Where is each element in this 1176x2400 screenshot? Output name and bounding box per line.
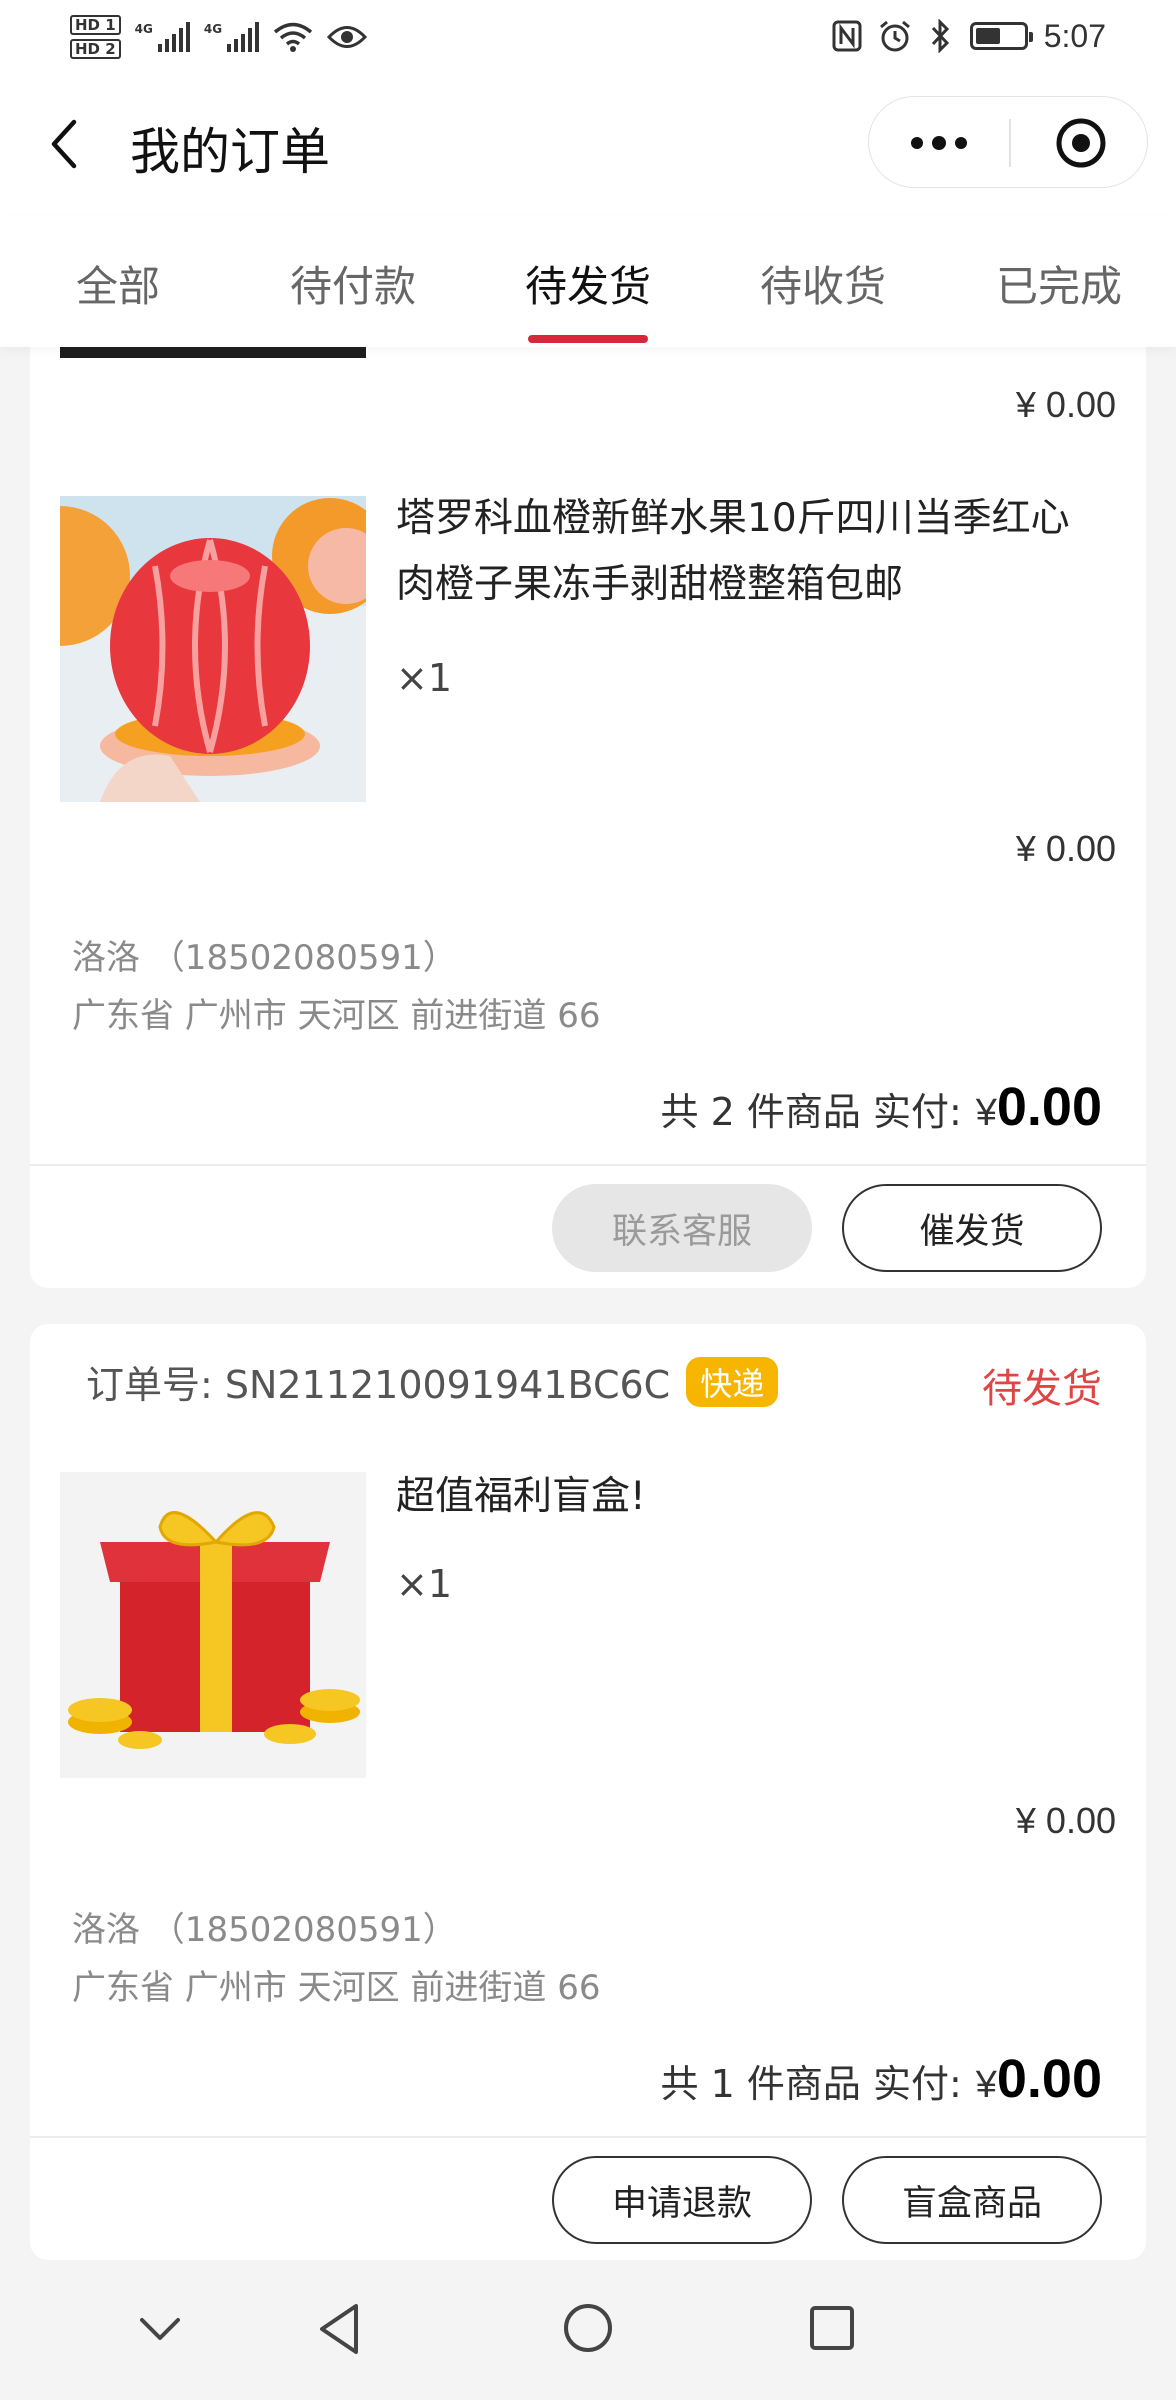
product-quantity: ×1 [396, 1562, 453, 1606]
request-refund-button[interactable]: 申请退款 [552, 2156, 812, 2244]
hd-indicators: HD 1 HD 2 [70, 15, 121, 59]
card-divider [30, 2136, 1146, 2138]
back-triangle-icon[interactable] [316, 2302, 362, 2356]
order-status-tabs: 全部 待付款 待发货 待收货 已完成 [0, 217, 1176, 347]
order-card: 订单号: SN211210091941BC6C 快递 待发货 超值福利盲盒! ×… [30, 1324, 1146, 2260]
currency-symbol: ¥ [975, 2064, 997, 2106]
tab-pending-shipment[interactable]: 待发货 [525, 253, 651, 314]
alarm-icon [879, 20, 910, 52]
card-divider [30, 1164, 1146, 1166]
product-image-gift-box[interactable] [60, 1472, 366, 1778]
product-quantity: ×1 [396, 656, 453, 700]
recipient-name-phone: 洛洛 （18502080591） [72, 1910, 457, 1950]
status-left: HD 1 HD 2 4G 4G [70, 10, 368, 64]
tab-pending-receipt[interactable]: 待收货 [760, 253, 886, 314]
order-total: 共 1 件商品 实付: ¥ 0.00 [661, 2048, 1102, 2110]
miniprogram-capsule [868, 96, 1148, 188]
order-number: 订单号: SN211210091941BC6C 快递 [86, 1354, 779, 1409]
order-list-page: HD 1 HD 2 4G 4G 5:07 我的订单 全部 待付款 待发货 待收货… [0, 0, 1176, 2400]
order-status: 待发货 [982, 1366, 1102, 1412]
capsule-divider [1009, 119, 1011, 167]
tab-completed[interactable]: 已完成 [996, 253, 1122, 314]
tab-all[interactable]: 全部 [76, 253, 160, 314]
active-tab-indicator [528, 335, 648, 343]
signal-icon: 4G [135, 22, 190, 52]
product-name[interactable]: 塔罗科血橙新鲜水果10斤四川当季红心肉橙子果冻手剥甜橙整箱包邮 [396, 486, 1096, 618]
collapse-down-icon[interactable] [136, 2314, 184, 2344]
close-miniprogram-icon[interactable] [1055, 117, 1107, 169]
gift-box-image [60, 1472, 366, 1778]
bluetooth-icon [931, 19, 949, 53]
page-title: 我的订单 [130, 123, 330, 181]
status-right: 5:07 [832, 14, 1106, 58]
product-name[interactable]: 超值福利盲盒! [396, 1464, 1096, 1530]
item-price: ¥ 0.00 [1015, 384, 1116, 425]
currency-symbol: ¥ [975, 1092, 997, 1134]
nfc-icon [832, 20, 862, 52]
item-price: ¥ 0.00 [1015, 828, 1116, 869]
recipient-name-phone: 洛洛 （18502080591） [72, 938, 457, 978]
urge-shipment-button[interactable]: 催发货 [842, 1184, 1102, 1272]
battery-icon [969, 22, 1033, 50]
hd1-badge: HD 1 [70, 15, 121, 35]
delivery-type-badge: 快递 [686, 1356, 779, 1407]
system-navigation-bar [0, 2262, 1176, 2400]
tab-pending-payment[interactable]: 待付款 [290, 253, 416, 314]
total-amount: 0.00 [996, 2049, 1102, 2109]
wifi-icon [273, 22, 313, 52]
more-menu-icon[interactable] [909, 133, 969, 153]
navigation-bar: 我的订单 [0, 72, 1176, 217]
recipient-address: 广东省 广州市 天河区 前进街道 66 [72, 1968, 601, 2008]
recipient-address: 广东省 广州市 天河区 前进街道 66 [72, 996, 601, 1036]
order-card: ¥ 0.00 塔罗科血橙新鲜水果10斤四川当季红心肉橙子果冻手剥甜橙整箱包邮 ×… [30, 290, 1146, 1288]
recent-apps-square-icon[interactable] [808, 2304, 856, 2352]
previous-item-image[interactable] [60, 346, 366, 358]
network-type-1: 4G [134, 22, 153, 36]
product-image-blood-orange[interactable] [60, 496, 366, 802]
contact-service-button[interactable]: 联系客服 [552, 1184, 812, 1272]
total-prefix: 共 2 件商品 实付: [660, 1090, 962, 1134]
blood-orange-image [60, 496, 366, 802]
order-total: 共 2 件商品 实付: ¥ 0.00 [661, 1076, 1102, 1138]
back-arrow-icon[interactable] [44, 116, 84, 172]
blind-box-product-button[interactable]: 盲盒商品 [842, 2156, 1102, 2244]
hd2-badge: HD 2 [70, 39, 121, 59]
total-amount: 0.00 [996, 1077, 1102, 1137]
network-type-2: 4G [203, 22, 223, 36]
home-circle-icon[interactable] [562, 2302, 614, 2354]
total-prefix: 共 1 件商品 实付: [660, 2062, 962, 2106]
status-bar: HD 1 HD 2 4G 4G 5:07 [0, 0, 1176, 72]
eye-icon [327, 26, 368, 48]
clock: 5:07 [1043, 17, 1106, 54]
item-price: ¥ 0.00 [1015, 1800, 1116, 1841]
order-number-text: 订单号: SN211210091941BC6C [86, 1363, 671, 1407]
signal-icon-2: 4G [203, 22, 260, 52]
